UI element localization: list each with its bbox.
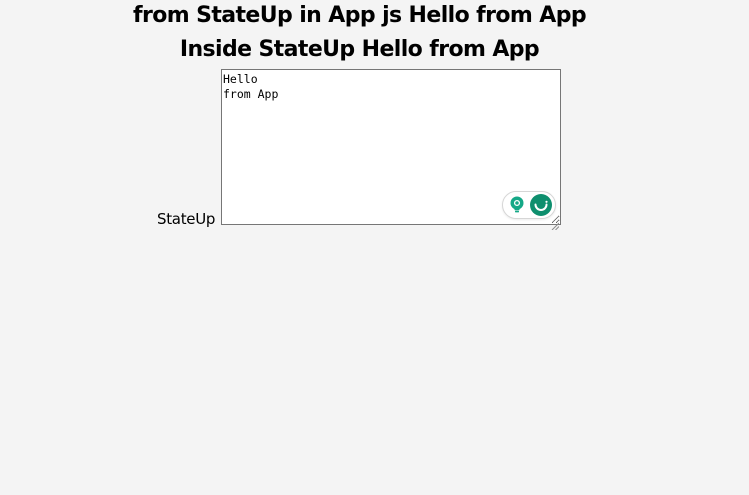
writing-assistant-widget[interactable] — [502, 191, 556, 219]
page-heading-primary: from StateUp in App js Hello from App — [132, 3, 587, 28]
lightbulb-icon[interactable] — [509, 196, 525, 214]
stateup-label: StateUp — [157, 210, 216, 228]
page-heading-secondary: Inside StateUp Hello from App — [179, 37, 540, 62]
resize-grip-icon[interactable] — [551, 215, 560, 231]
stateup-textarea-container — [221, 69, 561, 231]
assistant-logo-icon[interactable] — [530, 194, 552, 216]
